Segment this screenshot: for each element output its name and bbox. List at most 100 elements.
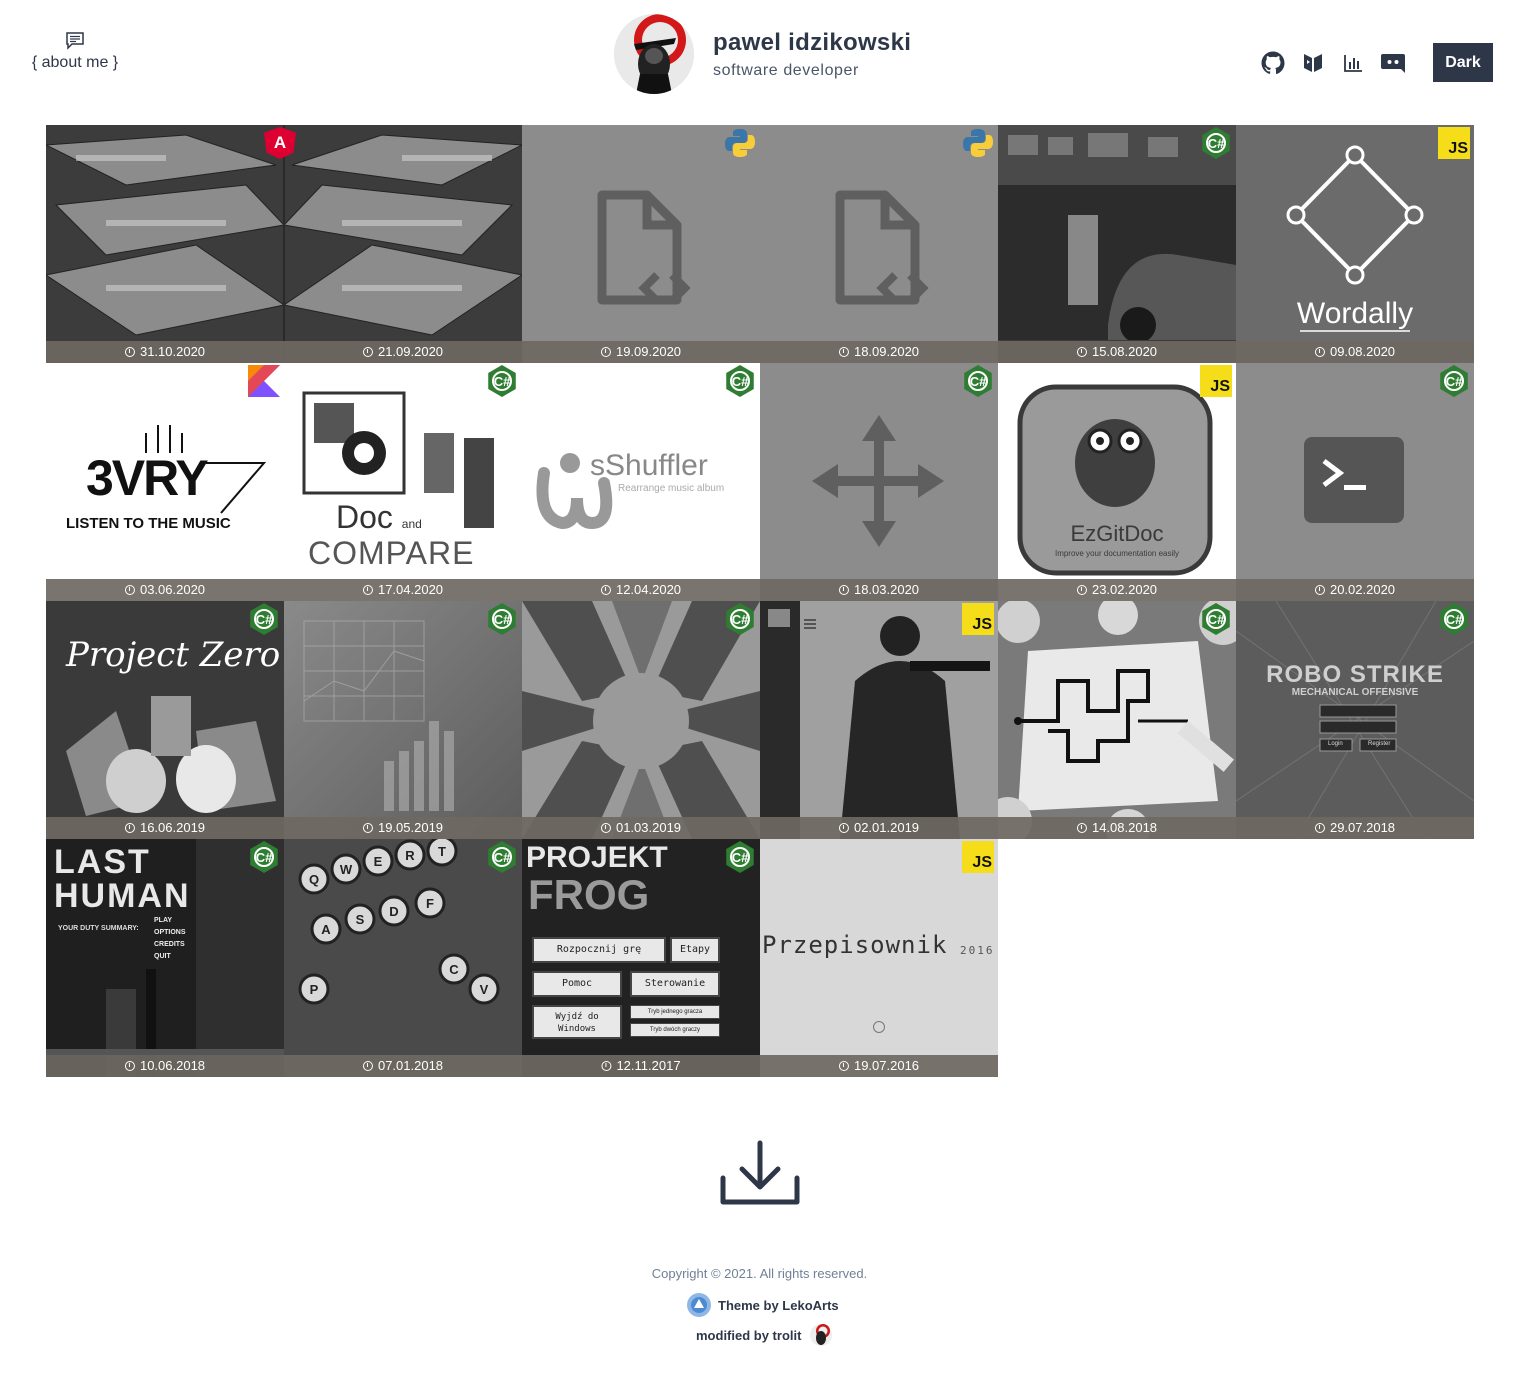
tile-button-label: Etapy [670,937,720,963]
typewriter-key: S [344,903,376,935]
discord-link[interactable] [1379,49,1407,77]
project-tile[interactable]: sShuffler Rearrange music album C# 12.04… [522,363,760,601]
project-tile[interactable]: C# 19.05.2019 [284,601,522,839]
svg-text:D: D [389,904,398,919]
project-tile[interactable]: PROJEKT FROG Rozpocznij grę Etapy Pomoc … [522,839,760,1077]
lekoarts-logo-icon [687,1293,711,1317]
tile-title: Wordally [1296,297,1414,330]
javascript-icon: JS [1200,365,1232,397]
project-date: 12.11.2017 [601,1058,681,1073]
download-button[interactable] [720,1140,800,1211]
project-date: 03.06.2020 [124,582,205,597]
project-tile[interactable]: 18.09.2020 [760,125,998,363]
svg-text:F: F [426,896,434,911]
project-date: 07.01.2018 [362,1058,443,1073]
tile-title: FROG [528,871,650,918]
tile-button-label: Rozpocznij grę [532,937,666,963]
tile-button-label: Pomoc [532,971,622,997]
stats-link[interactable] [1339,49,1367,77]
dark-mode-toggle[interactable]: Dark [1433,43,1493,82]
project-tile[interactable]: LAST HUMAN YOUR DUTY SUMMARY: PLAY OPTION… [46,839,284,1077]
tile-title: ROBO STRIKE [1266,661,1444,688]
typewriter-key: T [426,839,458,867]
project-date: 31.10.2020 [124,344,205,359]
svg-text:V: V [480,982,489,997]
project-date: 20.02.2020 [1314,582,1395,597]
project-date: 17.04.2020 [362,582,443,597]
project-date: 18.03.2020 [838,582,919,597]
project-tile[interactable]: C# 01.03.2019 [522,601,760,839]
project-tile[interactable]: 3VRY LISTEN TO THE MUSIC 03.06.2020 [46,363,284,601]
project-date: 14.08.2018 [1076,820,1157,835]
site-brand[interactable]: pawel idzikowski software developer [614,14,911,94]
download-icon [720,1140,800,1205]
tile-title: Przepisownik [762,931,948,959]
kotlin-icon [248,365,280,397]
project-tile[interactable]: Doc and COMPARE C# 17.04.2020 [284,363,522,601]
project-date: 29.07.2018 [1314,820,1395,835]
tile-subtitle: Rearrange music album [618,483,725,494]
project-tile[interactable]: Przepisownik 2016 JS 19.07.2016 [760,839,998,1077]
project-tile[interactable]: QWERTASDFVCP C# 07.01.2018 [284,839,522,1077]
svg-text:A: A [321,922,331,937]
project-tile[interactable]: 19.09.2020 [522,125,760,363]
github-link[interactable] [1259,49,1287,77]
project-date: 23.02.2020 [1076,582,1157,597]
javascript-icon: JS [962,603,994,635]
typewriter-key: A [310,913,342,945]
project-tile[interactable]: Wordally JS 09.08.2020 [1236,125,1474,363]
project-tile[interactable]: Project Zero C# 16.06.2019 [46,601,284,839]
project-date: 01.03.2019 [600,820,681,835]
project-tile[interactable]: C# 15.08.2020 [998,125,1236,363]
theme-credit-link[interactable]: Theme by LekoArts [686,1292,839,1318]
site-subtitle: software developer [713,61,859,79]
project-date: 18.09.2020 [838,344,919,359]
avatar [614,14,694,94]
project-tile[interactable]: C# 20.02.2020 [1236,363,1474,601]
project-tile[interactable]: ROBO STRIKE MECHANICAL OFFENSIVE Login R… [1236,601,1474,839]
tile-subtitle: MECHANICAL OFFENSIVE [1291,687,1419,698]
svg-text:W: W [340,862,353,877]
typewriter-key: F [414,887,446,919]
tile-text: YOUR DUTY SUMMARY: [58,925,139,932]
tile-subtitle: 2016 [960,944,995,957]
tile-button-label: Tryb dwóch graczy [630,1023,720,1037]
project-tile[interactable]: EzGitDoc Improve your documentation easi… [998,363,1236,601]
python-icon [724,127,756,159]
tile-subtitle: LISTEN TO THE MUSIC [66,515,231,532]
tile-button-label: Wyjdź do Windows [532,1005,622,1039]
project-date: 09.08.2020 [1314,344,1395,359]
tile-subtitle: COMPARE [308,535,475,571]
copyright-text: Copyright © 2021. All rights reserved. [651,1266,868,1281]
typewriter-key: R [394,839,426,871]
project-tile[interactable]: C# 18.03.2020 [760,363,998,601]
project-date: 16.06.2019 [124,820,205,835]
about-me-label: { about me } [31,54,119,71]
typewriter-key: Q [298,863,330,895]
github-icon [1261,51,1285,74]
project-tile[interactable]: C# 14.08.2018 [998,601,1236,839]
site-title: pawel idzikowski [713,28,912,56]
codewars-link[interactable] [1299,49,1327,77]
svg-text:E: E [374,854,383,869]
modified-by-link[interactable]: modified by trolit [696,1323,833,1347]
codewars-icon [1304,53,1322,72]
tile-title: PROJEKT [526,841,668,874]
project-tile[interactable]: A 31.10.2020 21.09.2020 [46,125,522,363]
javascript-icon: JS [962,841,994,873]
stats-icon [1344,54,1362,72]
project-date: 19.09.2020 [600,344,681,359]
project-tile[interactable]: JS 02.01.2019 [760,601,998,839]
project-date: 19.07.2016 [838,1058,919,1073]
about-me-link[interactable]: { about me } [26,32,124,72]
tile-subtitle: Improve your documentation easily [1054,549,1180,558]
discord-icon [1381,53,1405,73]
tile-title: Doc and [336,499,422,535]
project-date: 02.01.2019 [838,820,919,835]
project-date: 15.08.2020 [1076,344,1157,359]
tile-title: sShuffler [590,449,708,482]
javascript-icon: JS [1438,127,1470,159]
svg-text:S: S [356,912,365,927]
tile-button-label: Tryb jednego gracza [630,1005,720,1019]
tile-button-label: Login [1328,741,1343,747]
